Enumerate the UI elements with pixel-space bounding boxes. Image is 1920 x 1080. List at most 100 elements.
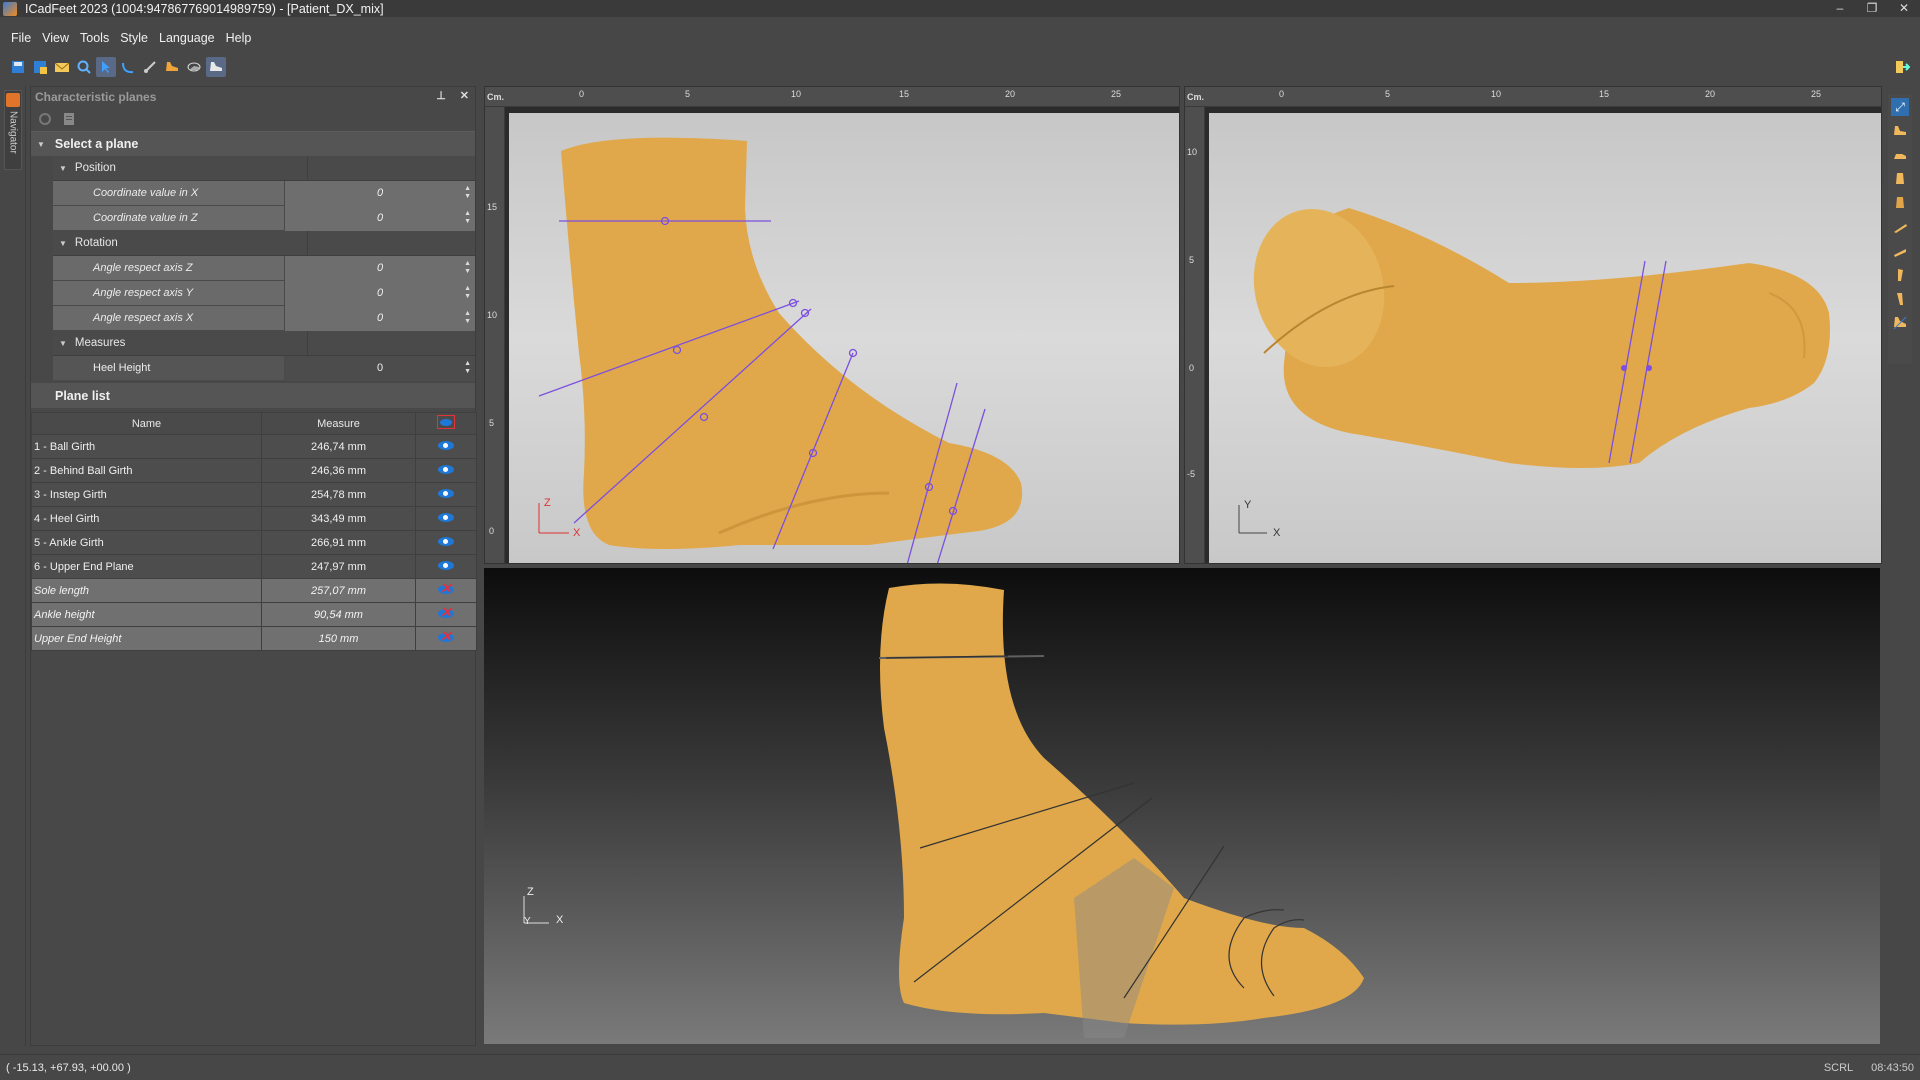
plane-measure: 254,78 mm: [261, 482, 416, 507]
menu-style[interactable]: Style: [120, 31, 148, 45]
measure-value: 150 mm: [261, 626, 416, 651]
ruler-tick: 10: [1491, 89, 1502, 99]
navigator-tab[interactable]: Navigator: [4, 90, 22, 170]
measure-value: 90,54 mm: [261, 602, 416, 627]
spin-arrows-icon[interactable]: ▲ ▼: [464, 185, 471, 201]
plane-measure: 247,97 mm: [261, 554, 416, 579]
eye-hidden-icon[interactable]: [438, 604, 454, 621]
save-as-icon[interactable]: [30, 57, 50, 77]
measure-tool-icon[interactable]: [140, 57, 160, 77]
ruler-tick: 15: [899, 89, 910, 99]
menu-language[interactable]: Language: [159, 31, 215, 45]
fit-view-icon[interactable]: ⤢: [1891, 98, 1909, 116]
eye-icon[interactable]: [438, 440, 454, 450]
spin-arrows-icon[interactable]: ▲ ▼: [464, 360, 471, 376]
foot-side-view-icon[interactable]: [1891, 122, 1909, 140]
document-icon[interactable]: [61, 111, 77, 127]
export-icon[interactable]: [1892, 57, 1912, 77]
table-row[interactable]: Upper End Height 150 mm: [31, 626, 477, 651]
table-row[interactable]: Sole length 257,07 mm: [31, 578, 477, 603]
coord-x-spinbox[interactable]: 0 ▲ ▼: [285, 180, 475, 206]
col-name-header[interactable]: Name: [31, 412, 262, 435]
heel-height-spinbox[interactable]: 0 ▲ ▼: [285, 355, 475, 381]
spin-arrows-icon[interactable]: ▲ ▼: [464, 285, 471, 301]
title-bar: ICadFeet 2023 (1004:947867769014989759) …: [0, 0, 1920, 17]
table-row[interactable]: 2 - Behind Ball Girth 246,36 mm: [31, 458, 477, 483]
minimize-button[interactable]: –: [1824, 0, 1856, 17]
position-group[interactable]: ▼ Position: [53, 155, 475, 181]
top-view-viewport[interactable]: Cm. 0 5 10 15 20 25 10 5 0 -5 Y X: [1184, 86, 1882, 564]
email-icon[interactable]: [52, 57, 72, 77]
eye-hidden-icon[interactable]: [438, 628, 454, 645]
refresh-icon[interactable]: [37, 111, 53, 127]
table-row[interactable]: 4 - Heel Girth 343,49 mm: [31, 506, 477, 531]
ruler-tick: 0: [579, 89, 585, 99]
eye-icon[interactable]: [438, 512, 454, 522]
ruler-tick: 15: [1599, 89, 1610, 99]
angle-y-spinbox[interactable]: 0 ▲ ▼: [285, 280, 475, 306]
table-row[interactable]: 6 - Upper End Plane 247,97 mm: [31, 554, 477, 579]
foot-iso-view-icon[interactable]: [1891, 266, 1909, 284]
3d-view-viewport[interactable]: Z Y X: [484, 568, 1880, 1044]
scroll-lock-indicator: SCRL: [1823, 1061, 1854, 1074]
heel-height-value: 0: [376, 361, 384, 374]
foot-edit-icon[interactable]: [162, 57, 182, 77]
rotate-icon[interactable]: [118, 57, 138, 77]
close-button[interactable]: ✕: [1888, 0, 1920, 17]
menu-tools[interactable]: Tools: [80, 31, 109, 45]
eye-icon[interactable]: [438, 560, 454, 570]
measures-group[interactable]: ▼ Measures: [53, 330, 475, 356]
menu-help[interactable]: Help: [226, 31, 252, 45]
spin-arrows-icon[interactable]: ▲ ▼: [464, 210, 471, 226]
angle-z-label: Angle respect axis Z: [53, 255, 285, 281]
main-toolbar: [0, 54, 1920, 80]
pin-icon[interactable]: ⊥: [436, 89, 446, 102]
eye-icon[interactable]: [438, 464, 454, 474]
shoe-last-icon[interactable]: [206, 57, 226, 77]
angle-x-spinbox[interactable]: 0 ▲ ▼: [285, 305, 475, 331]
foot-bottom-view-icon[interactable]: [1891, 242, 1909, 260]
spin-arrows-icon[interactable]: ▲ ▼: [464, 260, 471, 276]
top-ruler: Cm. 0 5 10 15 20 25: [485, 87, 1179, 107]
eye-hidden-icon[interactable]: [438, 580, 454, 597]
angle-z-row: Angle respect axis Z 0 ▲ ▼: [53, 255, 475, 281]
cm-label: Cm.: [487, 92, 505, 102]
save-icon[interactable]: [8, 57, 28, 77]
menu-bar: File View Tools Style Language Help: [0, 28, 251, 48]
foot-side-view-2-icon[interactable]: [1891, 146, 1909, 164]
cursor-coordinates: ( -15.13, +67.93, +00.00 ): [6, 1061, 131, 1074]
axis-x-label: X: [556, 914, 564, 926]
zoom-icon[interactable]: [74, 57, 94, 77]
angle-z-value: 0: [376, 261, 384, 274]
side-view-viewport[interactable]: Cm. 0 5 10 15 20 25 15 10 5 0 Z X: [484, 86, 1180, 564]
col-measure-header[interactable]: Measure: [261, 412, 416, 435]
table-row[interactable]: 1 - Ball Girth 246,74 mm: [31, 434, 477, 459]
select-plane-section[interactable]: ▼ Select a plane: [31, 131, 475, 156]
menu-view[interactable]: View: [42, 31, 69, 45]
table-row[interactable]: Ankle height 90,54 mm: [31, 602, 477, 627]
foot-scan-icon[interactable]: [184, 57, 204, 77]
eye-icon[interactable]: [438, 536, 454, 546]
foot-top-view-icon[interactable]: [1891, 218, 1909, 236]
foot-3d-view-icon[interactable]: [1891, 314, 1909, 332]
top-view-canvas[interactable]: Y X: [1209, 113, 1881, 563]
restore-button[interactable]: ❐: [1856, 0, 1888, 17]
measure-value: 257,07 mm: [261, 578, 416, 603]
foot-back-view-icon[interactable]: [1891, 194, 1909, 212]
spin-arrows-icon[interactable]: ▲ ▼: [464, 310, 471, 326]
menu-file[interactable]: File: [11, 31, 31, 45]
table-row[interactable]: 3 - Instep Girth 254,78 mm: [31, 482, 477, 507]
rotation-group[interactable]: ▼ Rotation: [53, 230, 475, 256]
side-view-canvas[interactable]: Z X: [509, 113, 1179, 563]
coord-z-spinbox[interactable]: 0 ▲ ▼: [285, 205, 475, 231]
coord-x-value: 0: [376, 186, 384, 199]
eye-icon[interactable]: [438, 488, 454, 498]
panel-close-icon[interactable]: ✕: [460, 89, 469, 102]
table-row[interactable]: 5 - Ankle Girth 266,91 mm: [31, 530, 477, 555]
col-visibility-header[interactable]: [415, 412, 477, 435]
foot-front-view-icon[interactable]: [1891, 170, 1909, 188]
angle-z-spinbox[interactable]: 0 ▲ ▼: [285, 255, 475, 281]
select-pointer-icon[interactable]: [96, 57, 116, 77]
visibility-toggle-all-icon[interactable]: [437, 415, 455, 429]
foot-iso-view-2-icon[interactable]: [1891, 290, 1909, 308]
